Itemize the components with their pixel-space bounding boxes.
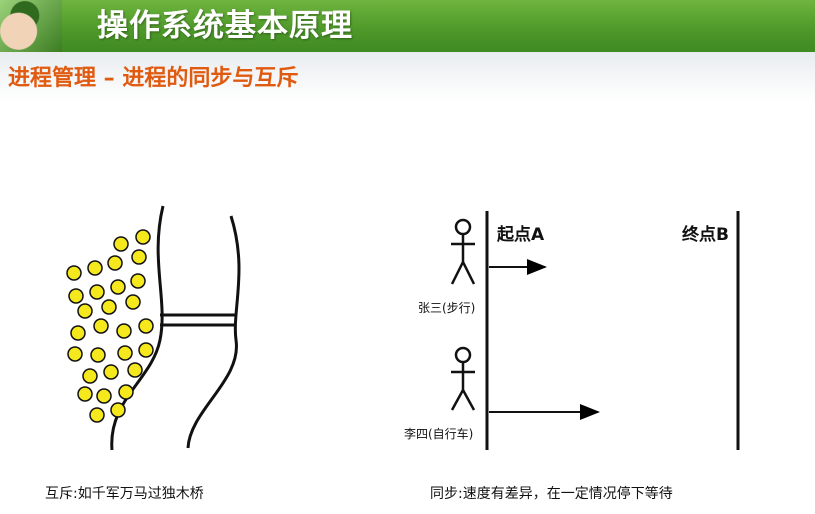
crowd-dot	[138, 342, 154, 358]
crowd-dot	[127, 362, 143, 378]
crowd-dot	[101, 299, 117, 315]
sync-illustration: 起点A 终点B 张三(步行) 李四(自行车)	[404, 211, 740, 450]
crowd-dot	[118, 384, 134, 400]
mutex-caption: 互斥:如千军万马过独木桥	[45, 486, 204, 502]
right-riverbank	[186, 215, 241, 449]
sync-caption: 同步:速度有差异，在一定情况停下等待	[430, 485, 673, 502]
person2-figure	[450, 346, 476, 411]
person1-figure	[450, 218, 476, 285]
crowd-dot	[82, 368, 98, 384]
diagram-canvas: 起点A 终点B 张三(步行) 李四(自行车) 互斥:如千军万马过独木桥 同步:速…	[45, 205, 740, 502]
crowd-dot	[87, 260, 103, 276]
crowd-dot	[66, 265, 82, 281]
crowd-dot	[125, 294, 141, 310]
crowd-dot	[116, 323, 132, 339]
crowd-dot	[117, 345, 133, 361]
crowd-dot	[70, 325, 86, 341]
mutex-illustration	[66, 205, 241, 451]
start-label: 起点A	[496, 224, 545, 245]
end-label: 终点B	[682, 224, 729, 245]
crowd-dot	[93, 318, 109, 334]
crowd-dot	[89, 284, 105, 300]
crowd-dot	[130, 273, 146, 289]
crowd-dot	[110, 402, 126, 418]
crowd-dot	[77, 303, 93, 319]
crowd-dot	[89, 407, 105, 423]
crowd-dot	[77, 386, 93, 402]
crowd-dot	[107, 255, 123, 271]
crowd-dot	[96, 388, 112, 404]
crowd-dot	[110, 279, 126, 295]
crowd-dot	[138, 318, 154, 334]
crowd-dot	[135, 229, 151, 245]
person2-label: 李四(自行车)	[404, 426, 473, 441]
crowd-dots	[66, 229, 154, 423]
crowd-dot	[90, 347, 106, 363]
person1-label: 张三(步行)	[418, 301, 475, 315]
crowd-dot	[113, 236, 129, 252]
crowd-dot	[103, 364, 119, 380]
crowd-dot	[67, 346, 83, 362]
crowd-dot	[131, 249, 147, 265]
crowd-dot	[68, 288, 84, 304]
